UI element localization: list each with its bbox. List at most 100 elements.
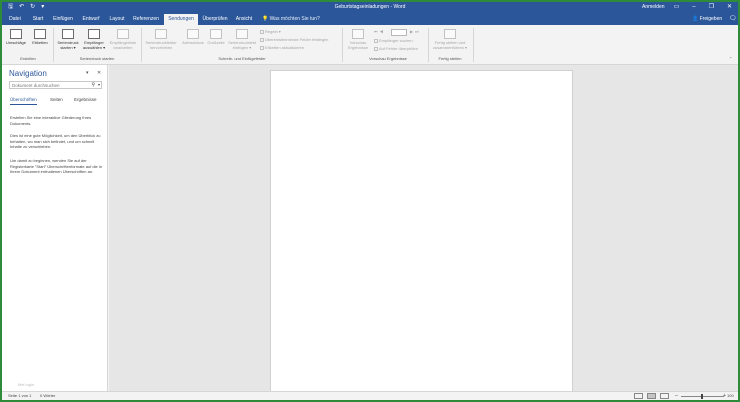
insert-field-icon xyxy=(236,29,248,39)
maximize-icon[interactable]: ❐ xyxy=(709,3,714,11)
minimize-icon[interactable]: – xyxy=(692,3,695,11)
tab-einfuegen[interactable]: Einfügen xyxy=(50,14,76,25)
tab-start[interactable]: Start xyxy=(28,14,48,25)
tell-me-box[interactable]: 💡 Was möchten Sie tun? xyxy=(262,14,320,25)
group-label-fertig-stellen: Fertig stellen xyxy=(438,56,462,61)
close-pane-icon[interactable]: ✕ xyxy=(97,70,101,76)
check-errors-label: Auf Fehler überprüfen xyxy=(379,46,418,51)
print-layout-icon[interactable] xyxy=(647,393,656,399)
pane-options-icon[interactable]: ▾ xyxy=(86,70,89,76)
labels-icon xyxy=(34,29,46,39)
read-mode-icon[interactable] xyxy=(634,393,643,399)
tab-sendungen[interactable]: Sendungen xyxy=(164,14,198,25)
group-separator xyxy=(428,28,429,62)
zoom-slider[interactable] xyxy=(681,394,724,399)
group-label-erstellen: Erstellen xyxy=(20,56,36,61)
zoom-in-icon[interactable]: + xyxy=(723,392,726,400)
window-controls: ▭ – ❐ ✕ xyxy=(674,3,732,11)
tell-me-text: Was möchten Sie tun? xyxy=(269,16,320,22)
group-separator xyxy=(141,28,142,62)
ribbon-tab-bar: Datei Start Einfügen Entwurf Layout Refe… xyxy=(2,13,738,25)
tab-ueberpruefen[interactable]: Überprüfen xyxy=(200,14,230,25)
nav-info-text: Erstellen Sie eine interaktive Gliederun… xyxy=(10,115,92,126)
previous-record-icon[interactable]: ◀ xyxy=(380,29,386,34)
finish-merge-icon xyxy=(444,29,456,39)
start-mail-merge-button[interactable]: Seriendruck starten ▾ xyxy=(56,29,80,50)
rules-icon xyxy=(260,30,264,34)
word-count[interactable]: 0 Wörter xyxy=(40,392,55,400)
search-options-icon[interactable]: ▾ xyxy=(98,82,100,88)
greeting-line-button[interactable]: Grußzeile xyxy=(206,29,226,45)
recipients-icon xyxy=(88,29,100,39)
tab-ansicht[interactable]: Ansicht xyxy=(232,14,256,25)
check-errors-button[interactable]: Auf Fehler überprüfen xyxy=(374,46,418,51)
last-record-icon[interactable]: ⏭ xyxy=(415,29,421,34)
edit-recipient-list-button[interactable]: Empfängerliste bearbeiten xyxy=(108,29,138,50)
nav-footer-text: Mei login xyxy=(18,382,35,387)
search-box: ⚲ ▾ xyxy=(9,81,102,89)
zoom-level[interactable]: 100 % xyxy=(727,392,738,400)
insert-merge-field-label: Seriendruckfeld einfügen ▾ xyxy=(228,40,256,50)
comments-icon[interactable]: 🗨 xyxy=(729,14,737,25)
labels-label: Etiketten xyxy=(32,40,48,45)
zoom-slider-thumb[interactable] xyxy=(701,394,703,399)
finish-merge-button[interactable]: Fertig stellen und zusammenführen ▾ xyxy=(430,29,470,50)
document-page[interactable] xyxy=(270,70,573,392)
record-number-field[interactable] xyxy=(391,29,407,36)
greeting-line-icon xyxy=(210,29,222,39)
find-recipient-button[interactable]: Empfänger suchen xyxy=(374,38,413,43)
nav-tab-results[interactable]: Ergebnisse xyxy=(74,97,97,103)
group-separator xyxy=(53,28,54,62)
share-button[interactable]: 👤 Freigeben xyxy=(692,14,722,25)
search-input[interactable] xyxy=(10,82,90,88)
address-block-button[interactable]: Adressblock xyxy=(180,29,206,45)
group-separator xyxy=(473,28,474,62)
match-fields-label: Übereinstimmende Felder festlegen xyxy=(265,37,329,42)
select-recipients-button[interactable]: Empfänger auswählen ▾ xyxy=(82,29,106,50)
match-fields-button[interactable]: Übereinstimmende Felder festlegen xyxy=(260,37,328,42)
login-link[interactable]: Anmelden xyxy=(642,4,665,11)
group-separator xyxy=(342,28,343,62)
tab-referenzen[interactable]: Referenzen xyxy=(130,14,162,25)
update-labels-icon xyxy=(260,46,264,50)
nav-tab-pages[interactable]: Seiten xyxy=(50,97,63,103)
group-label-schreib-einfuegefelder: Schreib- und Einfügefelder xyxy=(218,56,266,61)
greeting-line-label: Grußzeile xyxy=(207,40,225,45)
highlight-merge-fields-button[interactable]: Seriendruckfelder hervorheben xyxy=(143,29,179,50)
envelopes-label: Umschläge xyxy=(6,40,27,45)
search-icon[interactable]: ⚲ xyxy=(91,82,95,88)
update-labels-label: Etiketten aktualisieren xyxy=(265,45,305,50)
lightbulb-icon: 💡 xyxy=(262,16,269,22)
tab-datei[interactable]: Datei xyxy=(4,14,26,25)
tab-layout[interactable]: Layout xyxy=(106,14,128,25)
page-count[interactable]: Seite 1 von 1 xyxy=(8,392,31,400)
window-title: Geburtstagseinladungen - Word xyxy=(334,4,406,10)
zoom-out-icon[interactable]: – xyxy=(675,392,678,400)
collapse-ribbon-icon[interactable]: ⌃ xyxy=(729,56,732,61)
ribbon-sendungen: Umschläge Etiketten Erstellen Seriendruc… xyxy=(2,25,738,65)
envelopes-button[interactable]: Umschläge xyxy=(6,29,26,45)
word-window: 🖫 ↶ ↻ ▾ Geburtstagseinladungen - Word An… xyxy=(0,0,740,402)
close-icon[interactable]: ✕ xyxy=(727,3,732,11)
highlight-merge-fields-label: Seriendruckfelder hervorheben xyxy=(145,40,177,50)
nav-tab-headings[interactable]: Überschriften xyxy=(10,97,37,105)
ribbon-display-icon[interactable]: ▭ xyxy=(674,3,680,11)
preview-results-label: Vorschau Ergebnisse xyxy=(347,40,368,50)
edit-list-icon xyxy=(117,29,129,39)
preview-results-button[interactable]: Vorschau Ergebnisse xyxy=(345,29,371,50)
group-label-seriendruck-starten: Seriendruck starten xyxy=(79,56,115,61)
tab-entwurf[interactable]: Entwurf xyxy=(78,14,104,25)
navigation-pane: Navigation ▾ ✕ ⚲ ▾ Überschriften Seiten … xyxy=(2,65,108,391)
insert-merge-field-button[interactable]: Seriendruckfeld einfügen ▾ xyxy=(226,29,258,50)
web-layout-icon[interactable] xyxy=(660,393,669,399)
rules-button[interactable]: Regeln ▾ xyxy=(260,29,281,34)
title-bar: 🖫 ↶ ↻ ▾ Geburtstagseinladungen - Word An… xyxy=(2,2,738,13)
labels-button[interactable]: Etiketten xyxy=(30,29,50,45)
address-block-icon xyxy=(187,29,199,39)
person-icon: 👤 xyxy=(692,16,699,22)
update-labels-button[interactable]: Etiketten aktualisieren xyxy=(260,45,304,50)
document-area[interactable] xyxy=(109,65,738,392)
record-navigation: ⏮◀ xyxy=(374,29,385,34)
address-block-label: Adressblock xyxy=(182,40,204,45)
mail-merge-icon xyxy=(62,29,74,39)
